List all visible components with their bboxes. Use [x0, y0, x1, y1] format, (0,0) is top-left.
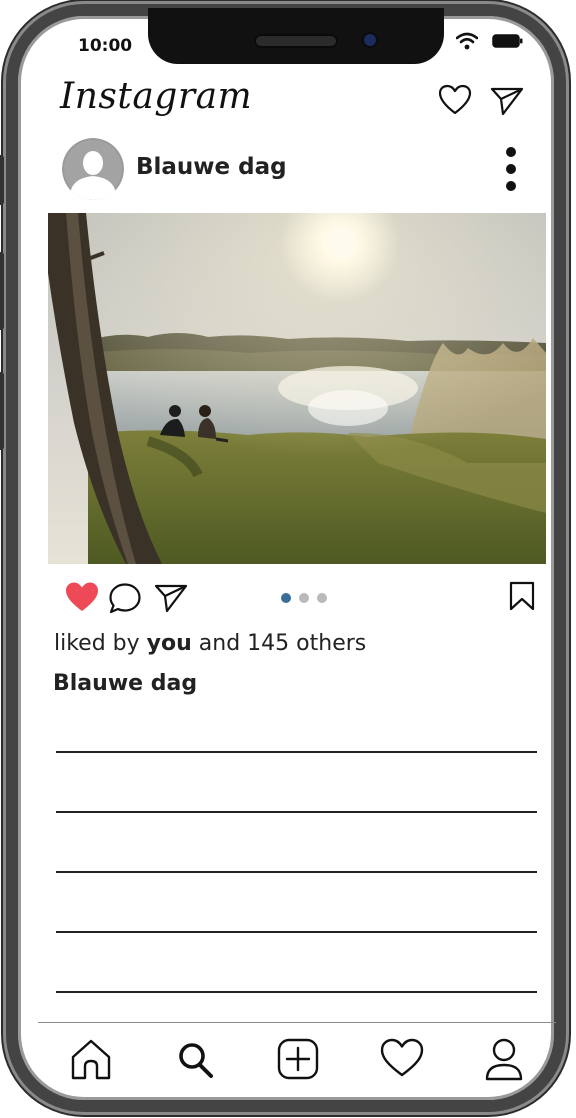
- caption-line: [56, 931, 537, 933]
- silent-switch: [0, 155, 4, 205]
- battery-icon: [492, 34, 523, 48]
- lake-scene-image: [48, 213, 546, 564]
- caption-line: [56, 811, 537, 813]
- bookmark-icon[interactable]: [508, 581, 536, 611]
- status-time: 10:00: [78, 36, 133, 56]
- like-button[interactable]: [64, 581, 100, 613]
- profile-icon[interactable]: [484, 1038, 524, 1082]
- carousel-dot-1[interactable]: [281, 593, 291, 603]
- search-icon[interactable]: [176, 1038, 216, 1080]
- likes-count[interactable]: liked by you and 145 others: [54, 631, 366, 656]
- caption-line: [56, 871, 537, 873]
- home-icon[interactable]: [70, 1038, 112, 1080]
- likes-suffix: and 145 others: [198, 631, 367, 656]
- comment-icon[interactable]: [108, 582, 142, 614]
- heart-icon[interactable]: [438, 84, 472, 116]
- caption-line: [56, 751, 537, 753]
- send-icon[interactable]: [490, 86, 524, 116]
- more-vertical-icon[interactable]: [500, 146, 522, 192]
- carousel-dot-3[interactable]: [317, 593, 327, 603]
- caption-line: [56, 991, 537, 993]
- add-post-icon[interactable]: [277, 1038, 319, 1080]
- volume-up-button: [0, 252, 4, 330]
- activity-heart-icon[interactable]: [380, 1038, 424, 1078]
- caption-username[interactable]: Blauwe dag: [53, 671, 197, 696]
- instagram-logo: Instagram: [60, 76, 253, 117]
- post-username[interactable]: Blauwe dag: [136, 154, 287, 180]
- likes-prefix: liked by: [54, 631, 140, 656]
- wifi-icon: [456, 32, 478, 50]
- volume-down-button: [0, 372, 4, 450]
- user-silhouette-icon: [62, 138, 124, 200]
- carousel-indicator: [281, 588, 335, 607]
- carousel-dot-2[interactable]: [299, 593, 309, 603]
- bottom-nav-divider: [38, 1022, 556, 1023]
- likes-bold-you: you: [146, 631, 192, 656]
- share-icon[interactable]: [154, 583, 188, 613]
- speaker-grille: [254, 34, 338, 48]
- post-photo[interactable]: [48, 213, 546, 564]
- avatar[interactable]: [62, 138, 124, 200]
- front-camera: [364, 34, 376, 46]
